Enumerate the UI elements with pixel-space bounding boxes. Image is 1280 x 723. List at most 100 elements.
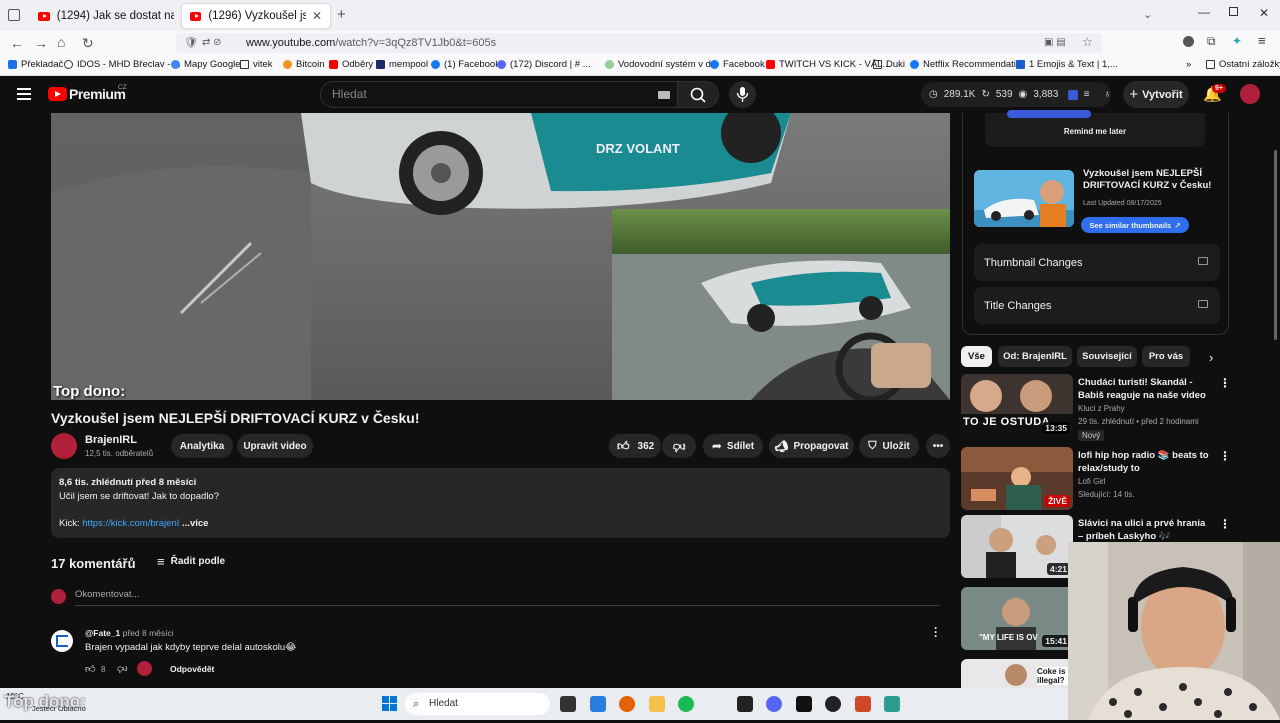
bookmark[interactable]: Překladač — [8, 59, 63, 70]
page-scrollbar[interactable] — [1274, 150, 1277, 340]
recommendation-item[interactable]: TO JE OSTUDA 13:35 Chudáci turisti! Skan… — [961, 374, 1261, 441]
remind-later-button[interactable]: Remind me later — [985, 127, 1205, 136]
extensions-puzzle-icon[interactable]: ⧉ — [1207, 34, 1216, 49]
analytics-button[interactable]: Analytika — [171, 434, 233, 458]
youtube-logo-icon[interactable] — [48, 87, 67, 101]
maximize-window-icon[interactable] — [1229, 7, 1238, 16]
bookmark[interactable]: Vodovodní systém v d... — [605, 59, 719, 70]
more-vertical-icon[interactable]: ⋮ — [1219, 376, 1231, 390]
close-window-icon[interactable]: ✕ — [1259, 6, 1269, 20]
bookmark[interactable]: Netflix Recommendati... — [910, 59, 1024, 70]
file-explorer-icon[interactable] — [649, 696, 665, 712]
app-icon[interactable] — [737, 696, 753, 712]
menu-icon[interactable]: ≡ — [1258, 33, 1266, 48]
reload-icon[interactable]: ↻ — [82, 35, 94, 52]
obs-icon[interactable] — [825, 696, 841, 712]
more-vertical-icon[interactable]: ⋮ — [1219, 449, 1231, 463]
firefox-icon[interactable] — [619, 696, 635, 712]
dislike-button[interactable]: 👍︎ — [662, 434, 696, 458]
discord-icon[interactable] — [766, 696, 782, 712]
voice-search-button[interactable] — [729, 81, 756, 108]
page-actions-icon[interactable]: ▣ ▤ — [1044, 33, 1066, 53]
bookmark[interactable]: Facebook — [710, 59, 765, 70]
app-icon[interactable] — [796, 696, 812, 712]
chip-all[interactable]: Vše — [961, 346, 992, 367]
url-bar[interactable]: 🛡 ⇄ ⊘ www.youtube.com/watch?v=3qQz8TV1Jb… — [176, 33, 1102, 53]
comment-menu-icon[interactable]: · · · — [934, 622, 938, 642]
kick-link[interactable]: https://kick.com/brajenI — [82, 518, 179, 529]
bookmark[interactable]: Odběry — [329, 59, 373, 70]
comment-dislike-icon[interactable]: 👍︎ — [117, 663, 127, 675]
bookmark[interactable]: IDOS - MHD Břeclav - ... — [64, 59, 181, 70]
sort-comments-button[interactable]: ≡ Řadit podle — [157, 554, 225, 569]
tab-overflow-chevron-icon[interactable]: ⌄ — [1143, 8, 1152, 21]
current-thumbnail[interactable] — [974, 170, 1074, 227]
like-button[interactable]: 👍︎ 362 — [609, 434, 661, 458]
youtube-premium-logo[interactable]: Premium — [69, 86, 126, 102]
taskbar-search[interactable]: ⌕ Hledat — [405, 693, 550, 715]
bookmark[interactable]: vitek — [240, 59, 273, 70]
save-button[interactable]: ⛉ Uložit — [859, 434, 919, 458]
tab-2-active[interactable]: (1296) Vyzkoušel jsem NEJLEPŠÍ ✕ — [182, 4, 330, 28]
bookmark[interactable]: mempool — [376, 59, 428, 70]
shield-icon[interactable]: 🛡 — [184, 33, 198, 53]
chips-next-chevron-icon[interactable]: › — [1209, 350, 1213, 365]
extension-icon[interactable] — [1183, 36, 1194, 47]
bookmark[interactable]: Bitcoin — [283, 59, 325, 70]
comment-input[interactable]: Okomentovat... — [75, 589, 940, 606]
task-view-icon[interactable] — [560, 696, 576, 712]
bookmark[interactable]: Duki — [873, 59, 905, 70]
comment-time[interactable]: před 8 měsíci — [123, 628, 174, 638]
channel-avatar[interactable] — [51, 433, 77, 459]
commenter-avatar[interactable] — [51, 630, 73, 652]
similar-thumbnails-button[interactable]: See similar thumbnails ↗ — [1081, 217, 1189, 233]
powerpoint-icon[interactable] — [855, 696, 871, 712]
chip-from-channel[interactable]: Od: BrajenIRL — [998, 346, 1072, 367]
notepad-icon[interactable] — [884, 696, 900, 712]
bookmark[interactable]: 1 Emojis & Text | 1,... — [1016, 59, 1118, 70]
comment-author[interactable]: @Fate_1 — [85, 628, 120, 638]
promote-button[interactable]: 📣︎ Propagovat — [769, 434, 854, 458]
bookmark[interactable]: (172) Discord | # ... — [497, 59, 591, 70]
title-changes-row[interactable]: Title Changes — [974, 287, 1220, 324]
channel-stats-widget[interactable]: ◷ 289.1K ↻ 539 ◉ 3,883 ≡ ♁ — [921, 82, 1111, 107]
tab-1[interactable]: (1294) Jak se dostat na Majáles — [30, 4, 182, 28]
permissions-icon[interactable]: ⇄ ⊘ — [202, 33, 222, 53]
hamburger-menu-icon[interactable] — [17, 88, 31, 100]
more-actions-button[interactable]: ••• — [926, 434, 950, 458]
back-icon[interactable]: ← — [10, 35, 24, 51]
video-player[interactable]: DRZ VOLANT Top dono: — [51, 113, 950, 400]
create-button[interactable]: + Vytvořit — [1123, 81, 1189, 108]
more-vertical-icon[interactable]: ⋮ — [1219, 517, 1231, 531]
chip-related[interactable]: Související — [1077, 346, 1137, 367]
spotify-icon[interactable] — [678, 696, 694, 712]
remind-action-button[interactable] — [1007, 110, 1091, 118]
home-icon[interactable]: ⌂ — [57, 34, 65, 50]
bookmark[interactable]: TWITCH VS KICK - VÁL... — [766, 59, 890, 70]
thumbnail-changes-row[interactable]: Thumbnail Changes — [974, 244, 1220, 281]
windows-start-icon[interactable] — [382, 696, 398, 712]
bookmark[interactable]: (1) Facebook — [431, 59, 500, 70]
bookmark[interactable]: Mapy Google — [171, 59, 241, 70]
tab-list-icon[interactable] — [8, 9, 20, 21]
bookmarks-overflow-icon[interactable]: » — [1186, 59, 1191, 70]
reply-button[interactable]: Odpovědět — [170, 664, 214, 674]
video-description[interactable]: 8,6 tis. zhlédnutí před 8 měsíci Učil js… — [51, 468, 950, 538]
keyboard-icon[interactable] — [658, 91, 670, 99]
search-input[interactable]: Hledat — [320, 81, 678, 108]
minimize-window-icon[interactable]: — — [1198, 5, 1210, 19]
close-tab-icon[interactable]: ✕ — [312, 9, 322, 23]
chip-for-you[interactable]: Pro vás — [1142, 346, 1190, 367]
avatar[interactable] — [1240, 84, 1260, 104]
other-bookmarks[interactable]: Ostatní záložky — [1206, 59, 1280, 70]
show-more-link[interactable]: ...více — [182, 518, 208, 529]
ai-extension-icon[interactable]: ✦ — [1232, 34, 1242, 48]
recommendation-item[interactable]: ŽIVĚ lofi hip hop radio 📚 beats to relax… — [961, 447, 1261, 511]
channel-name[interactable]: BrajenIRL — [85, 434, 137, 446]
comment-like-icon[interactable]: 👍︎ — [85, 663, 95, 675]
forward-icon[interactable]: → — [34, 35, 48, 51]
snipping-tool-icon[interactable] — [590, 696, 606, 712]
new-tab-button[interactable]: + — [337, 6, 346, 23]
share-button[interactable]: ➦ Sdílet — [703, 434, 763, 458]
edit-video-button[interactable]: Upravit video — [237, 434, 313, 458]
